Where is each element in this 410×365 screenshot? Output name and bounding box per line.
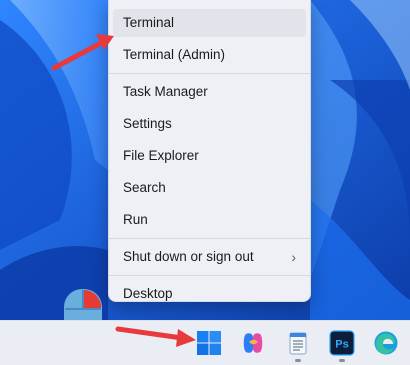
menu-item-terminal-admin[interactable]: Terminal (Admin) (113, 41, 306, 69)
menu-item-task-manager[interactable]: Task Manager (113, 78, 306, 106)
notepad-icon[interactable] (285, 330, 311, 356)
edge-icon[interactable] (373, 330, 399, 356)
photoshop-label: Ps (335, 339, 348, 351)
running-indicator (339, 359, 345, 362)
menu-item-settings[interactable]: Settings (113, 110, 306, 138)
menu-item-terminal[interactable]: Terminal (113, 9, 306, 37)
photoshop-icon[interactable]: Ps (329, 330, 355, 356)
menu-item-shut-down-label: Shut down or sign out (123, 249, 254, 264)
menu-item-desktop[interactable]: Desktop (113, 280, 306, 308)
annotation-arrow-terminal (51, 34, 114, 71)
windows-logo-icon[interactable] (196, 330, 222, 356)
taskbar: Ps (0, 320, 410, 365)
running-indicator (295, 359, 301, 362)
menu-item-run[interactable]: Run (113, 206, 306, 234)
copilot-icon[interactable] (240, 330, 266, 356)
menu-item-shut-down[interactable]: Shut down or sign out › (113, 243, 306, 271)
menu-item-file-explorer[interactable]: File Explorer (113, 142, 306, 170)
menu-separator (109, 238, 310, 239)
menu-item-search[interactable]: Search (113, 174, 306, 202)
annotation-arrow-start (115, 326, 196, 347)
winx-context-menu: Terminal Terminal (Admin) Task Manager S… (108, 0, 311, 302)
chevron-right-icon: › (291, 249, 296, 265)
menu-separator (109, 73, 310, 74)
menu-separator (109, 275, 310, 276)
